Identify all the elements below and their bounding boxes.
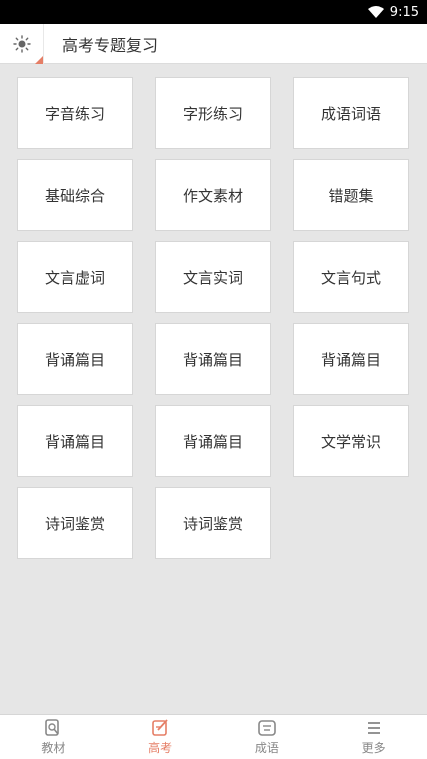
tile-cuo-ti[interactable]: 错题集 <box>293 159 409 231</box>
tab-label: 更多 <box>361 740 386 755</box>
menu-icon <box>367 721 380 734</box>
tile-shi-ci-jian-shang-2[interactable]: 诗词鉴赏 <box>155 487 271 559</box>
bottom-tab-bar: 教材 高考 成语 更多 <box>0 714 427 759</box>
tile-shi-ci-jian-shang-1[interactable]: 诗词鉴赏 <box>17 487 133 559</box>
tile-bei-song-2[interactable]: 背诵篇目 <box>155 323 271 395</box>
status-bar: 9:15 <box>0 0 427 24</box>
corner-marker <box>35 55 43 64</box>
tile-bei-song-1[interactable]: 背诵篇目 <box>17 323 133 395</box>
theme-toggle-button[interactable] <box>0 23 44 64</box>
tab-label: 成语 <box>254 740 279 755</box>
tile-bei-song-4[interactable]: 背诵篇目 <box>17 405 133 477</box>
idiom-icon <box>258 719 276 736</box>
tab-idiom[interactable]: 成语 <box>214 715 321 759</box>
app-header: 高考专题复习 <box>0 23 427 64</box>
tile-shi-ci[interactable]: 文言实词 <box>155 241 271 313</box>
sun-icon <box>12 34 31 53</box>
tab-label: 高考 <box>148 740 173 755</box>
topic-grid: 字音练习 字形练习 成语词语 基础综合 作文素材 错题集 文言虚词 文言实词 文… <box>17 77 409 559</box>
tile-zi-xing[interactable]: 字形练习 <box>155 77 271 149</box>
tile-xu-ci[interactable]: 文言虚词 <box>17 241 133 313</box>
tile-ju-shi[interactable]: 文言句式 <box>293 241 409 313</box>
status-time: 9:15 <box>389 4 419 20</box>
edit-icon <box>152 718 168 736</box>
tile-zi-yin[interactable]: 字音练习 <box>17 77 133 149</box>
tab-textbook[interactable]: 教材 <box>0 715 107 759</box>
tile-bei-song-5[interactable]: 背诵篇目 <box>155 405 271 477</box>
tab-label: 教材 <box>41 740 66 755</box>
tile-zuo-wen[interactable]: 作文素材 <box>155 159 271 231</box>
wifi-icon <box>367 6 384 18</box>
tab-more[interactable]: 更多 <box>320 715 427 759</box>
tile-bei-song-3[interactable]: 背诵篇目 <box>293 323 409 395</box>
tile-wen-xue[interactable]: 文学常识 <box>293 405 409 477</box>
page-title: 高考专题复习 <box>62 35 159 55</box>
tile-ji-chu[interactable]: 基础综合 <box>17 159 133 231</box>
textbook-search-icon <box>45 718 60 736</box>
tab-gaokao[interactable]: 高考 <box>107 715 214 759</box>
tile-cheng-yu[interactable]: 成语词语 <box>293 77 409 149</box>
